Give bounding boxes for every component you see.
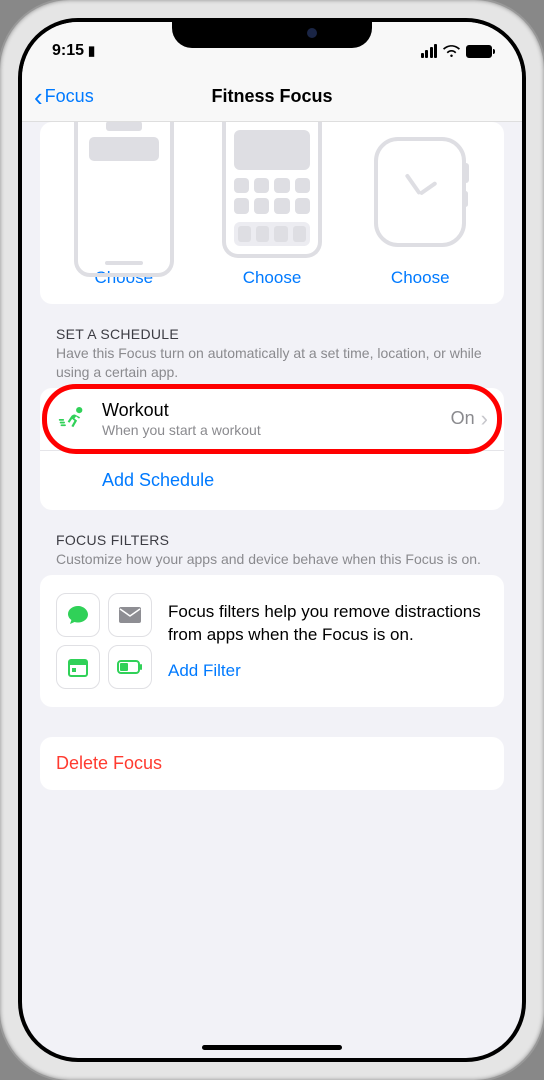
status-indicator-icon: ▮ — [88, 43, 95, 59]
filters-desc: Customize how your apps and device behav… — [56, 550, 488, 569]
schedule-desc: Have this Focus turn on automatically at… — [56, 344, 488, 382]
lock-screen-preview[interactable]: Choose — [54, 122, 194, 288]
add-schedule-label: Add Schedule — [102, 470, 214, 491]
filters-card: Focus filters help you remove distractio… — [40, 575, 504, 707]
workout-value: On — [451, 408, 475, 429]
home-indicator[interactable] — [202, 1045, 342, 1050]
filters-section-header: FOCUS FILTERS Customize how your apps an… — [40, 510, 504, 575]
schedule-card: Workout When you start a workout On › Ad… — [40, 388, 504, 510]
phone-bezel: 9:15 ▮ ‹ Focus Fitness Focus — [18, 18, 526, 1062]
calendar-icon — [56, 645, 100, 689]
back-label: Focus — [45, 86, 94, 107]
choose-watch-link[interactable]: Choose — [391, 268, 450, 288]
add-filter-link[interactable]: Add Filter — [168, 661, 488, 681]
filter-icons-grid — [56, 593, 152, 689]
choose-home-screen-link[interactable]: Choose — [243, 268, 302, 288]
delete-focus-card: Delete Focus — [40, 737, 504, 790]
schedule-section-header: SET A SCHEDULE Have this Focus turn on a… — [40, 304, 504, 388]
home-screen-skeleton-icon — [222, 122, 322, 258]
cellular-icon — [421, 44, 438, 58]
home-screen-preview[interactable]: Choose — [202, 122, 342, 288]
screen: 9:15 ▮ ‹ Focus Fitness Focus — [22, 22, 522, 1058]
mail-icon — [108, 593, 152, 637]
workout-schedule-row[interactable]: Workout When you start a workout On › — [40, 388, 504, 450]
delete-focus-button[interactable]: Delete Focus — [40, 737, 504, 790]
workout-icon — [56, 402, 90, 436]
nav-bar: ‹ Focus Fitness Focus — [22, 72, 522, 122]
page-title: Fitness Focus — [22, 86, 522, 107]
schedule-title: SET A SCHEDULE — [56, 326, 488, 342]
workout-subtitle: When you start a workout — [102, 422, 451, 438]
chevron-left-icon: ‹ — [34, 84, 43, 110]
filters-body: Focus filters help you remove distractio… — [168, 601, 488, 647]
messages-icon — [56, 593, 100, 637]
lock-screen-skeleton-icon — [74, 122, 174, 277]
workout-title: Workout — [102, 400, 451, 421]
wifi-icon — [443, 45, 460, 58]
battery-icon — [466, 45, 492, 58]
back-button[interactable]: ‹ Focus — [34, 84, 94, 110]
content: Choose Choose — [22, 122, 522, 1058]
add-schedule-row[interactable]: Add Schedule — [40, 450, 504, 510]
watch-preview[interactable]: Choose — [350, 122, 490, 288]
status-time: 9:15 — [52, 42, 84, 60]
watch-skeleton-icon — [374, 137, 466, 247]
phone-frame: 9:15 ▮ ‹ Focus Fitness Focus — [0, 0, 544, 1080]
notch — [172, 18, 372, 48]
chevron-right-icon: › — [481, 406, 488, 432]
screens-preview-card: Choose Choose — [40, 122, 504, 304]
filters-title: FOCUS FILTERS — [56, 532, 488, 548]
low-power-icon — [108, 645, 152, 689]
